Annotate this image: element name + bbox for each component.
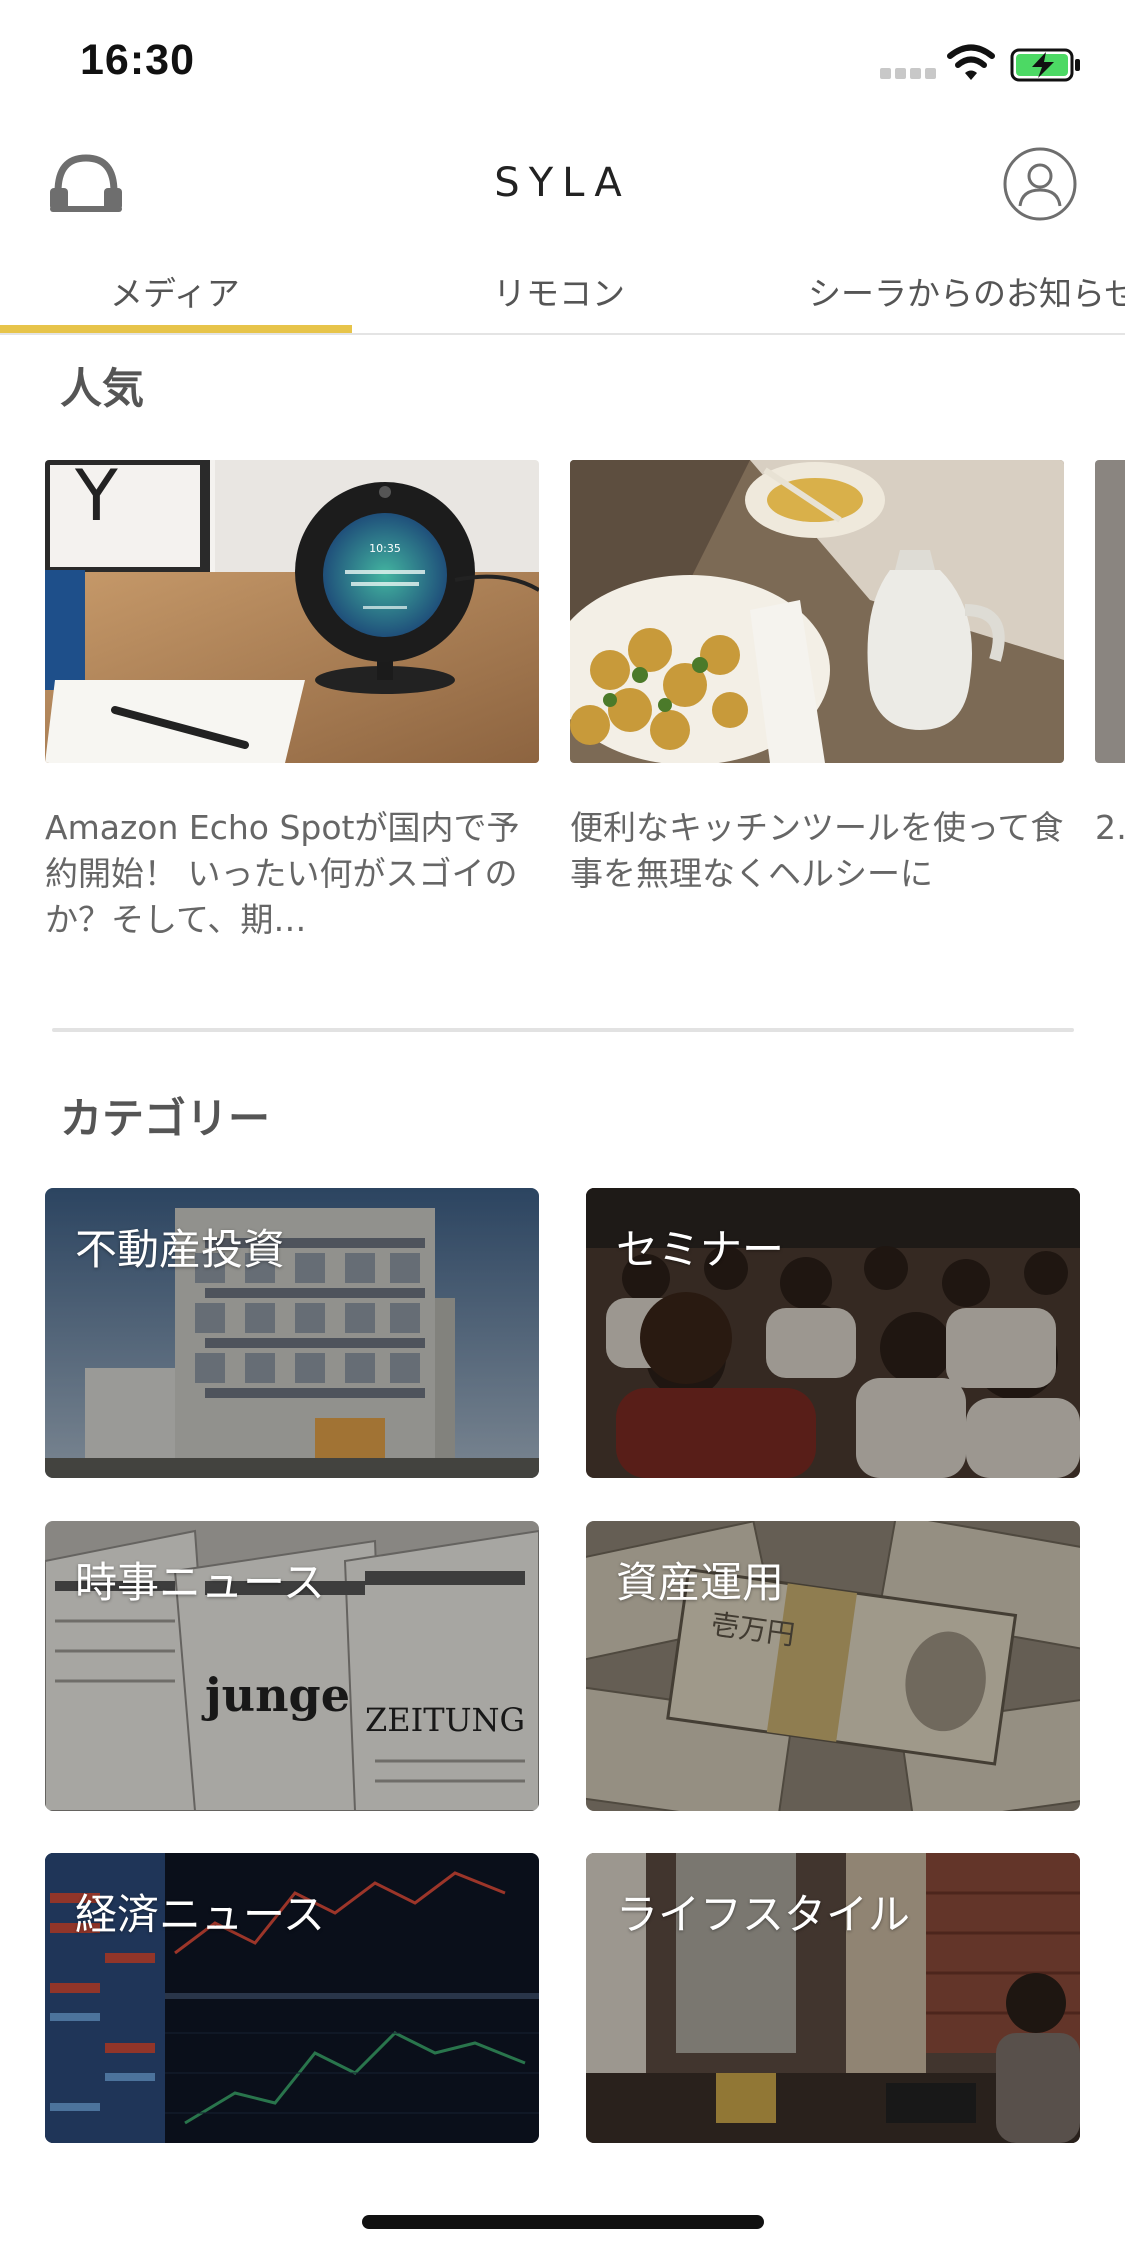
wifi-icon	[947, 44, 995, 80]
article-card[interactable]: Y 10:35 Amazon Echo Spotが国内で予約開始！ いったい何が…	[45, 460, 539, 943]
category-economic-news[interactable]: 経済ニュース	[45, 1853, 539, 2143]
battery-charging-icon	[1010, 48, 1080, 82]
tab-bar: メディア リモコン シーラからのお知らせ	[0, 255, 1125, 335]
partial-article-photo	[1095, 460, 1125, 763]
article-card[interactable]: 便利なキッチンツールを使って食事を無理なくヘルシーに	[570, 460, 1064, 943]
svg-text:Y: Y	[74, 460, 118, 537]
home-indicator[interactable]	[362, 2215, 764, 2229]
app-logo: SYLA	[494, 160, 631, 206]
category-label: ライフスタイル	[616, 1890, 911, 1939]
navigation-bar: SYLA	[0, 130, 1125, 240]
active-tab-indicator	[0, 325, 352, 333]
category-real-estate-investment[interactable]: 不動産投資	[45, 1188, 539, 1478]
tab-media[interactable]: メディア	[110, 267, 240, 315]
section-divider	[52, 1028, 1074, 1032]
category-label: 時事ニュース	[75, 1558, 325, 1607]
profile-icon[interactable]	[1002, 146, 1078, 222]
article-title: Amazon Echo Spotが国内で予約開始！ いったい何がスゴイのか？そし…	[45, 808, 520, 939]
status-bar: 16:30	[0, 0, 1125, 130]
smart-speaker-photo: Y 10:35	[45, 460, 539, 763]
article-title: 便利なキッチンツールを使って食事を無理なくヘルシーに	[570, 808, 1064, 893]
category-seminar[interactable]: セミナー	[586, 1188, 1080, 1478]
category-current-news[interactable]: junge ZEITUNG 時事ニュース	[45, 1521, 539, 1811]
article-title: 2…動…ピ…	[1095, 808, 1125, 847]
popular-section-title: 人気	[60, 364, 145, 413]
status-time: 16:30	[80, 36, 195, 84]
kitchen-food-photo	[570, 460, 1064, 763]
svg-text:10:35: 10:35	[369, 542, 401, 555]
popular-carousel[interactable]: Y 10:35 Amazon Echo Spotが国内で予約開始！ いったい何が…	[0, 460, 1125, 960]
article-card[interactable]: 2…動…ピ…	[1095, 460, 1125, 943]
category-section-title: カテゴリー	[60, 1094, 271, 1143]
category-label: 資産運用	[616, 1558, 785, 1607]
category-label: セミナー	[616, 1225, 785, 1274]
category-lifestyle[interactable]: ライフスタイル	[586, 1853, 1080, 2143]
category-label: 不動産投資	[75, 1225, 286, 1274]
cellular-signal-icon	[880, 68, 936, 80]
category-label: 経済ニュース	[75, 1890, 325, 1939]
category-asset-management[interactable]: 壱万円 資産運用	[586, 1521, 1080, 1811]
tab-remote[interactable]: リモコン	[493, 267, 625, 315]
tab-syla-news[interactable]: シーラからのお知らせ	[808, 267, 1125, 315]
